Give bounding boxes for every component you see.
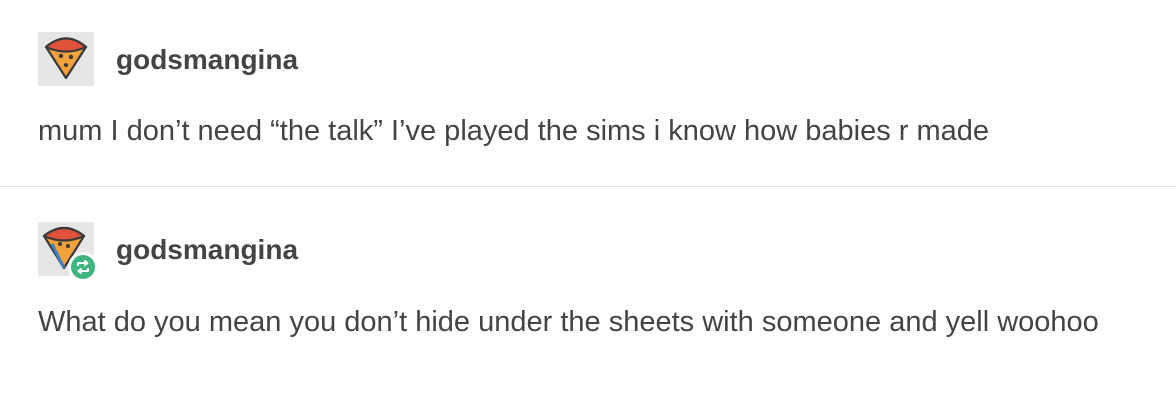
- post-text: mum I don’t need “the talk” I’ve played …: [38, 115, 990, 147]
- post-text: What do you mean you don’t hide under th…: [38, 306, 1099, 338]
- post: godsmangina What do you mean you don’t h…: [0, 187, 1176, 416]
- reblog-icon: [77, 260, 89, 274]
- avatar[interactable]: [38, 222, 98, 282]
- username[interactable]: godsmangina: [116, 234, 298, 266]
- avatar[interactable]: [38, 32, 94, 86]
- reblog-badge: [68, 252, 98, 282]
- post: godsmangina mum I don’t need “the talk” …: [0, 0, 1176, 186]
- pizza-slice-icon: [44, 37, 88, 80]
- username[interactable]: godsmangina: [116, 44, 298, 76]
